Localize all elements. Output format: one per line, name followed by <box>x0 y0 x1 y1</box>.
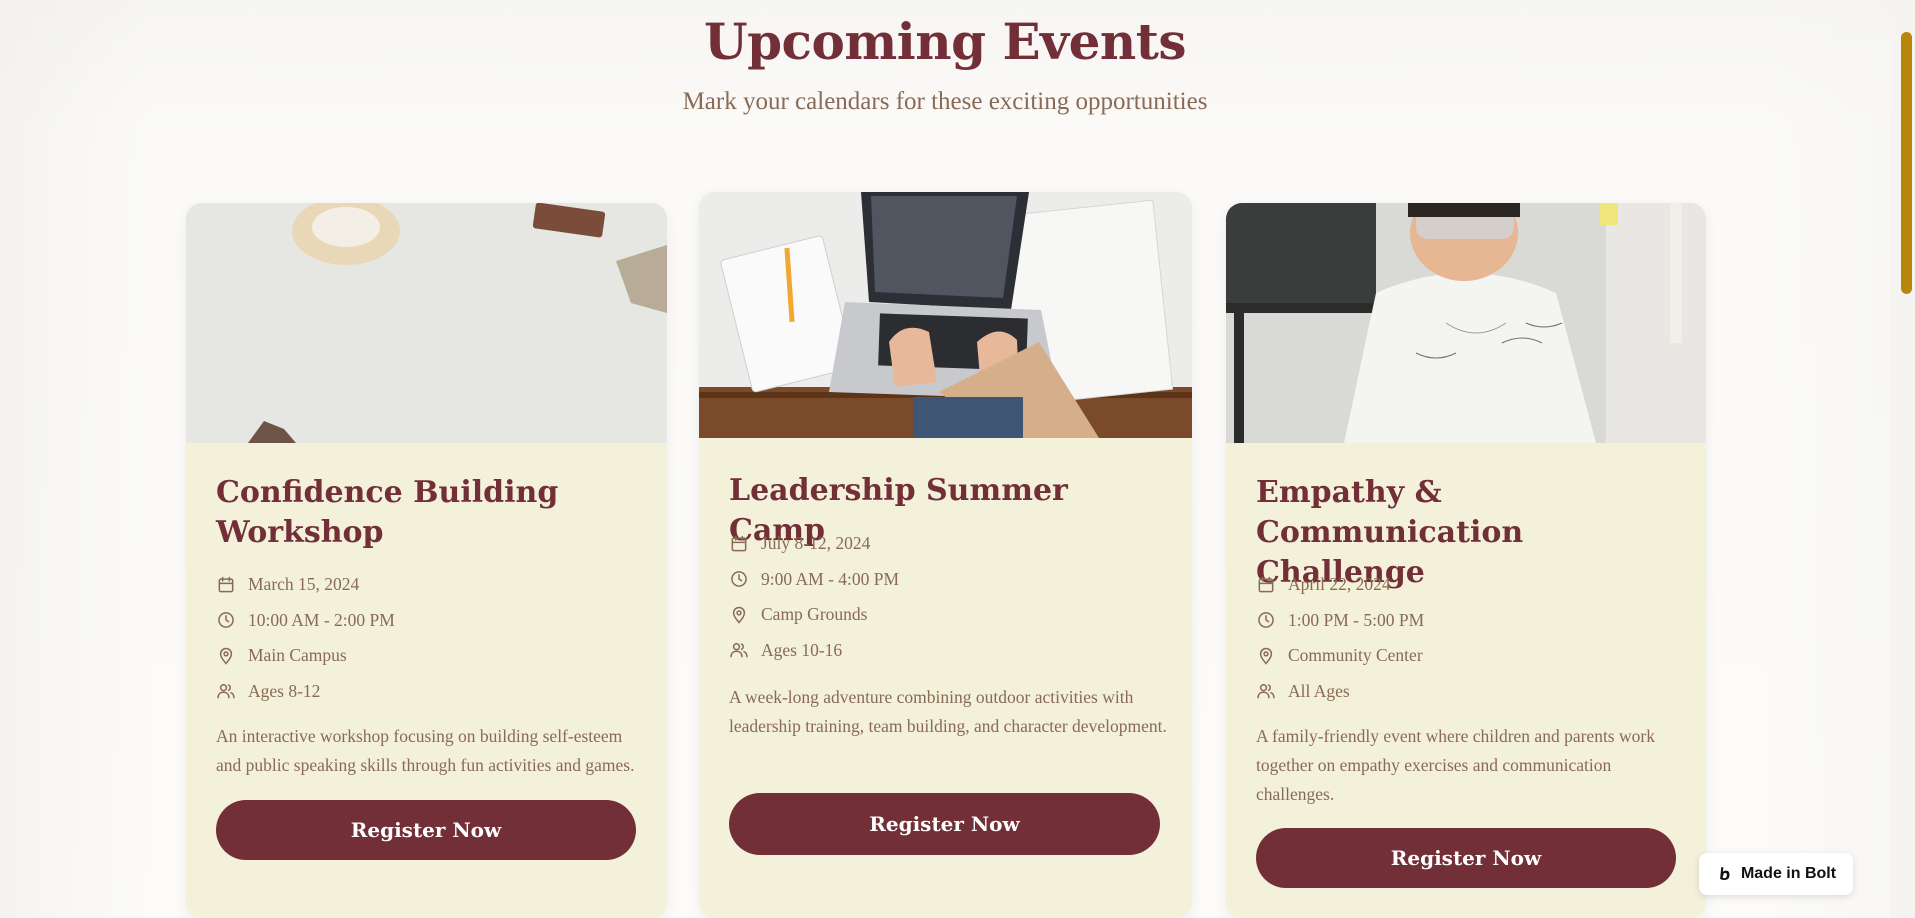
users-icon <box>217 684 235 699</box>
map-pin-icon <box>1259 647 1273 665</box>
event-details: July 8-12, 2024 9:00 AM - 4:00 PM Camp G… <box>729 526 1168 668</box>
event-image <box>186 203 667 443</box>
event-location: Main Campus <box>216 638 643 674</box>
event-time: 9:00 AM - 4:00 PM <box>729 562 1168 598</box>
event-description: A week-long adventure combining outdoor … <box>729 687 1167 736</box>
register-button[interactable]: Register Now <box>729 793 1160 855</box>
event-date: April 22, 2024 <box>1256 567 1682 603</box>
clock-icon <box>731 571 747 588</box>
map-pin-icon <box>219 647 233 665</box>
event-ages: Ages 10-16 <box>729 633 1168 669</box>
calendar-icon <box>731 535 747 552</box>
event-card: Empathy & Communication Challenge April … <box>1226 203 1706 918</box>
clock-icon <box>218 612 234 629</box>
page-subtitle: Mark your calendars for these exciting o… <box>682 88 1208 115</box>
event-details: March 15, 2024 10:00 AM - 2:00 PM Main C… <box>216 567 643 709</box>
event-description: An interactive workshop focusing on buil… <box>216 726 635 775</box>
calendar-icon <box>218 576 234 593</box>
event-ages: Ages 8-12 <box>216 674 643 710</box>
users-icon <box>1257 684 1275 699</box>
scrollbar-thumb[interactable] <box>1901 32 1912 294</box>
event-date: March 15, 2024 <box>216 567 643 603</box>
page-title: Upcoming Events <box>703 12 1187 71</box>
clock-icon <box>1258 612 1274 629</box>
event-card: Leadership Summer Camp July 8-12, 2024 9… <box>699 192 1192 918</box>
badge-label: Made in Bolt <box>1740 865 1837 882</box>
made-in-bolt-badge[interactable]: Made in Bolt <box>1699 853 1853 895</box>
scrollbar-track[interactable] <box>1890 0 1915 918</box>
event-time: 1:00 PM - 5:00 PM <box>1256 603 1682 639</box>
event-ages: All Ages <box>1256 674 1682 710</box>
calendar-icon <box>1258 576 1274 593</box>
event-details: April 22, 2024 1:00 PM - 5:00 PM Communi… <box>1256 567 1682 709</box>
register-button[interactable]: Register Now <box>216 800 636 860</box>
register-button[interactable]: Register Now <box>1256 828 1676 888</box>
users-icon <box>730 643 748 658</box>
bolt-logo-icon <box>1720 867 1730 880</box>
map-pin-icon <box>732 606 746 624</box>
event-image <box>699 192 1192 438</box>
event-card: Confidence Building Workshop March 15, 2… <box>186 203 667 918</box>
event-description: A family-friendly event where children a… <box>1256 726 1655 804</box>
event-title: Confidence Building Workshop <box>216 475 559 550</box>
event-image <box>1226 203 1706 443</box>
event-date: July 8-12, 2024 <box>729 526 1168 562</box>
event-location: Community Center <box>1256 638 1682 674</box>
event-location: Camp Grounds <box>729 597 1168 633</box>
event-time: 10:00 AM - 2:00 PM <box>216 603 643 639</box>
